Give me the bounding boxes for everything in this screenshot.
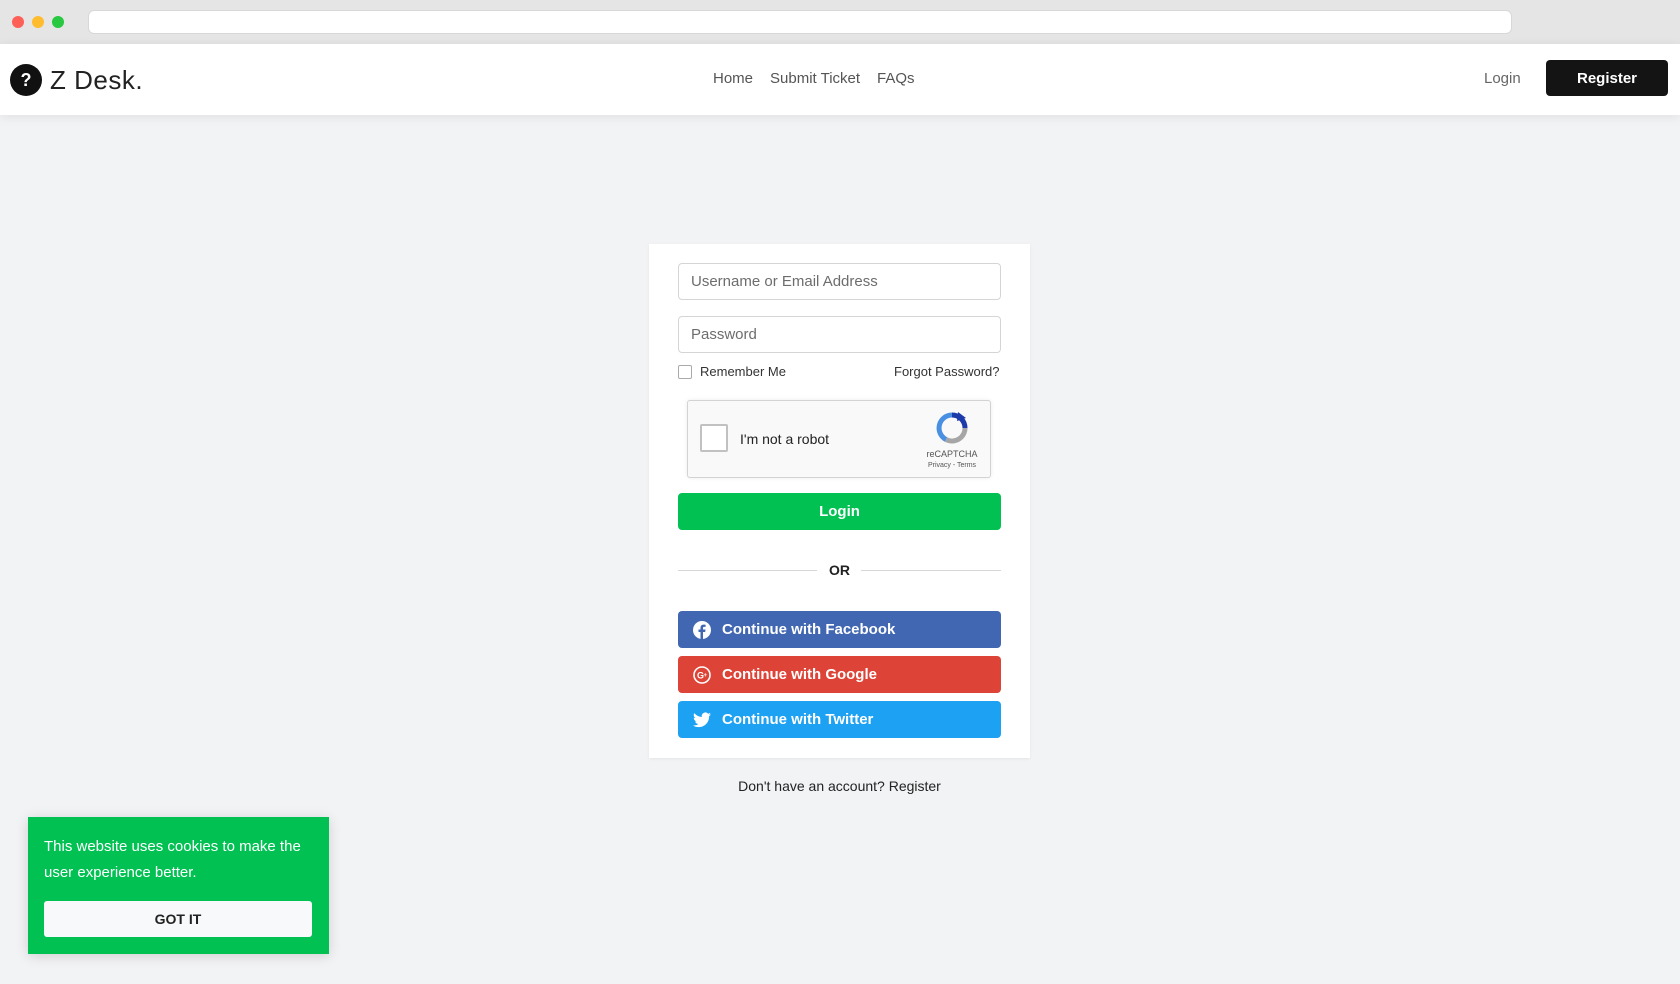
facebook-icon: [692, 620, 712, 640]
address-bar[interactable]: [88, 10, 1512, 34]
divider-right: [861, 570, 1001, 571]
google-button-label: Continue with Google: [722, 666, 877, 683]
nav-link-submit-ticket[interactable]: Submit Ticket: [770, 70, 860, 87]
continue-with-facebook-button[interactable]: Continue with Facebook: [678, 611, 1001, 648]
nav-link-faqs[interactable]: FAQs: [877, 70, 915, 87]
close-window-button[interactable]: [12, 16, 24, 28]
top-navbar: ? Z Desk. Home Submit Ticket FAQs Login …: [0, 44, 1680, 115]
recaptcha-checkbox[interactable]: [700, 424, 728, 452]
google-plus-icon: G +: [692, 665, 712, 685]
register-prompt-link[interactable]: Don't have an account? Register: [649, 778, 1030, 794]
password-input[interactable]: [678, 316, 1001, 353]
recaptcha-brand: reCAPTCHA: [926, 449, 978, 459]
maximize-window-button[interactable]: [52, 16, 64, 28]
nav-register-button[interactable]: Register: [1546, 60, 1668, 96]
main-nav: Home Submit Ticket FAQs: [713, 70, 915, 87]
question-mark-icon: ?: [10, 64, 42, 96]
svg-text:+: +: [704, 673, 708, 679]
continue-with-twitter-button[interactable]: Continue with Twitter: [678, 701, 1001, 738]
recaptcha-label: I'm not a robot: [740, 431, 830, 447]
brand-name: Z Desk.: [50, 64, 144, 95]
remember-me-checkbox[interactable]: [678, 364, 692, 379]
browser-chrome: [0, 0, 1680, 44]
recaptcha-widget: I'm not a robot reCAPTCHA Privacy - Term…: [687, 400, 991, 478]
twitter-button-label: Continue with Twitter: [722, 711, 874, 728]
login-card: Remember Me Forgot Password? I'm not a r…: [649, 244, 1030, 758]
nav-link-home[interactable]: Home: [713, 70, 753, 87]
minimize-window-button[interactable]: [32, 16, 44, 28]
logo[interactable]: ? Z Desk.: [10, 64, 143, 96]
username-input[interactable]: [678, 263, 1001, 300]
recaptcha-terms[interactable]: Privacy - Terms: [920, 462, 984, 469]
facebook-button-label: Continue with Facebook: [722, 621, 896, 638]
cookie-message: This website uses cookies to make the us…: [44, 838, 301, 881]
remember-me-label: Remember Me: [700, 364, 786, 379]
login-button[interactable]: Login: [678, 493, 1001, 530]
continue-with-google-button[interactable]: G + Continue with Google: [678, 656, 1001, 693]
cookie-banner: This website uses cookies to make the us…: [28, 817, 329, 954]
or-divider-text: OR: [829, 562, 850, 578]
nav-login-link[interactable]: Login: [1484, 70, 1521, 87]
recaptcha-logo-icon: [936, 412, 968, 444]
forgot-password-link[interactable]: Forgot Password?: [894, 364, 1000, 379]
divider-left: [678, 570, 817, 571]
remember-me[interactable]: Remember Me: [678, 364, 786, 379]
cookie-accept-button[interactable]: GOT IT: [44, 901, 312, 937]
twitter-bird-icon: [692, 710, 712, 730]
